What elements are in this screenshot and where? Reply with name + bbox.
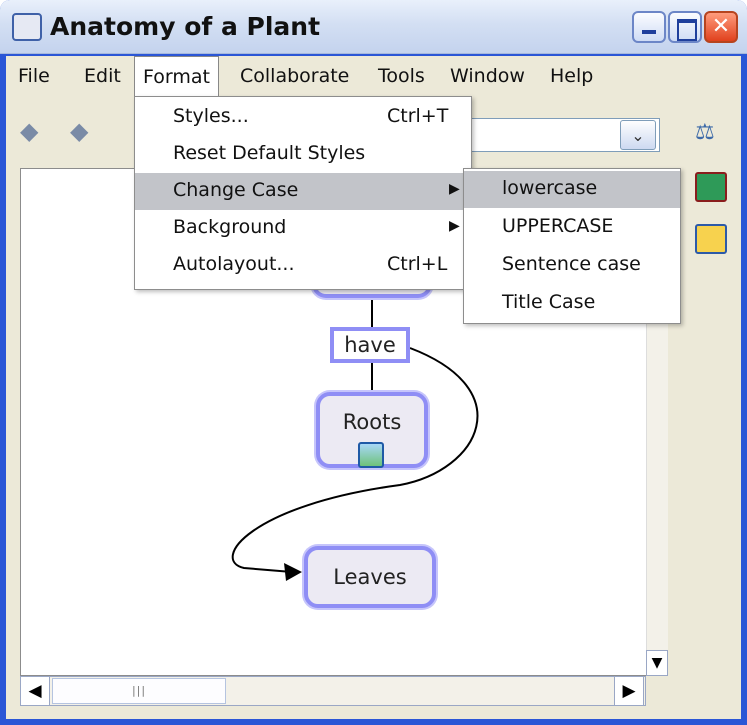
format-menu: Styles... Ctrl+T Reset Default Styles Ch…	[134, 96, 472, 290]
submenu-arrow-icon: ▶	[449, 218, 460, 234]
tool-icon[interactable]: ⚖	[695, 120, 727, 150]
scroll-left-button[interactable]: ◀	[20, 676, 50, 706]
collaborate-icon[interactable]	[695, 224, 727, 254]
menu-file[interactable]: File	[10, 56, 58, 98]
close-icon: ✕	[711, 14, 731, 39]
minimize-button[interactable]	[632, 11, 666, 43]
scroll-right-button[interactable]: ▶	[614, 676, 644, 706]
menu-item-styles[interactable]: Styles... Ctrl+T	[135, 99, 471, 136]
back-arrow-icon[interactable]: ◆	[20, 117, 38, 145]
concept-node-leaves[interactable]: Leaves	[304, 546, 436, 608]
submenu-arrow-icon: ▶	[449, 181, 460, 197]
title-bar[interactable]: Anatomy of a Plant ✕	[0, 0, 747, 54]
menu-item-title-case[interactable]: Title Case	[464, 285, 680, 322]
menu-item-reset-default-styles[interactable]: Reset Default Styles	[135, 136, 471, 173]
scroll-down-button[interactable]: ▼	[646, 650, 668, 676]
menu-item-sentence-case[interactable]: Sentence case	[464, 247, 680, 284]
menu-item-lowercase[interactable]: lowercase	[464, 171, 680, 208]
maximize-button[interactable]	[668, 11, 702, 43]
scroll-thumb[interactable]: |||	[52, 678, 226, 704]
menu-item-change-case[interactable]: Change Case ▶	[135, 173, 471, 210]
image-icon[interactable]	[358, 442, 384, 468]
menu-edit[interactable]: Edit	[76, 56, 129, 98]
dropdown-chevron-icon[interactable]: ⌄	[620, 120, 656, 150]
forward-arrow-icon[interactable]: ◆	[70, 117, 88, 145]
menu-collaborate[interactable]: Collaborate	[232, 56, 357, 98]
app-icon	[12, 13, 42, 41]
list-icon[interactable]	[695, 172, 727, 202]
close-button[interactable]: ✕	[704, 11, 738, 43]
change-case-submenu: lowercase UPPERCASE Sentence case Title …	[463, 168, 681, 324]
menu-window[interactable]: Window	[442, 56, 533, 98]
menu-format[interactable]: Format	[134, 56, 219, 98]
menu-item-uppercase[interactable]: UPPERCASE	[464, 209, 680, 246]
link-phrase-have[interactable]: have	[330, 327, 410, 363]
menu-item-autolayout[interactable]: Autolayout... Ctrl+L	[135, 247, 471, 284]
window-title: Anatomy of a Plant	[50, 12, 321, 41]
menu-help[interactable]: Help	[542, 56, 601, 98]
menu-tools[interactable]: Tools	[370, 56, 433, 98]
menu-bar: File Edit Format Collaborate Tools Windo…	[6, 56, 741, 98]
menu-item-background[interactable]: Background ▶	[135, 210, 471, 247]
